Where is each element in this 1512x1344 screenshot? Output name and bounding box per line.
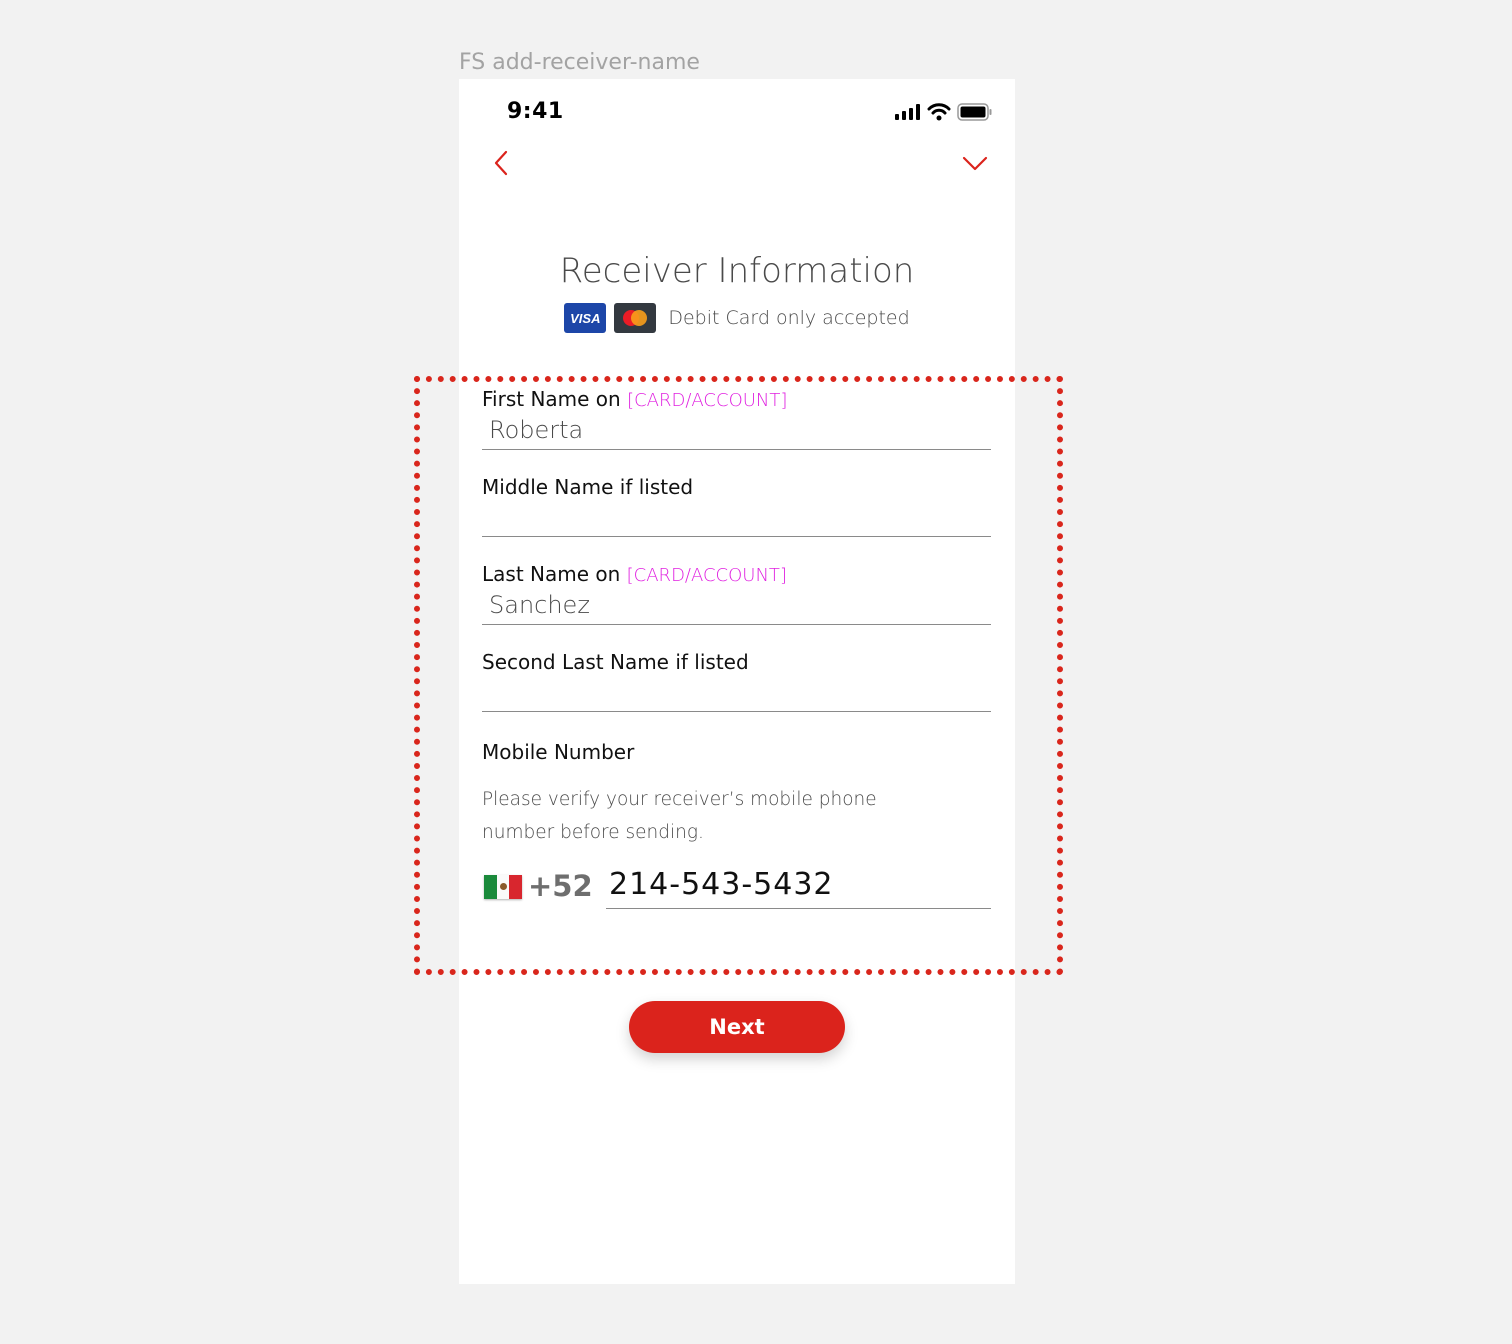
status-icons [895, 103, 993, 121]
page-title: Receiver Information [559, 251, 915, 291]
wifi-icon [927, 103, 951, 121]
chevron-down-icon[interactable] [961, 153, 989, 173]
annotation-highlight-box [414, 376, 1063, 975]
battery-icon [957, 103, 992, 121]
accepted-cards-row: VISA Debit Card only accepted [459, 303, 1015, 333]
mastercard-logo-icon [614, 303, 657, 333]
visa-logo-icon: VISA [564, 303, 607, 333]
signal-icon [895, 104, 920, 120]
next-button[interactable]: Next [629, 1001, 845, 1053]
back-arrow-icon[interactable] [491, 149, 511, 177]
card-note: Debit Card only accepted [668, 307, 910, 329]
frame-label: FS add-receiver-name [459, 50, 700, 75]
status-time: 9:41 [507, 99, 564, 124]
